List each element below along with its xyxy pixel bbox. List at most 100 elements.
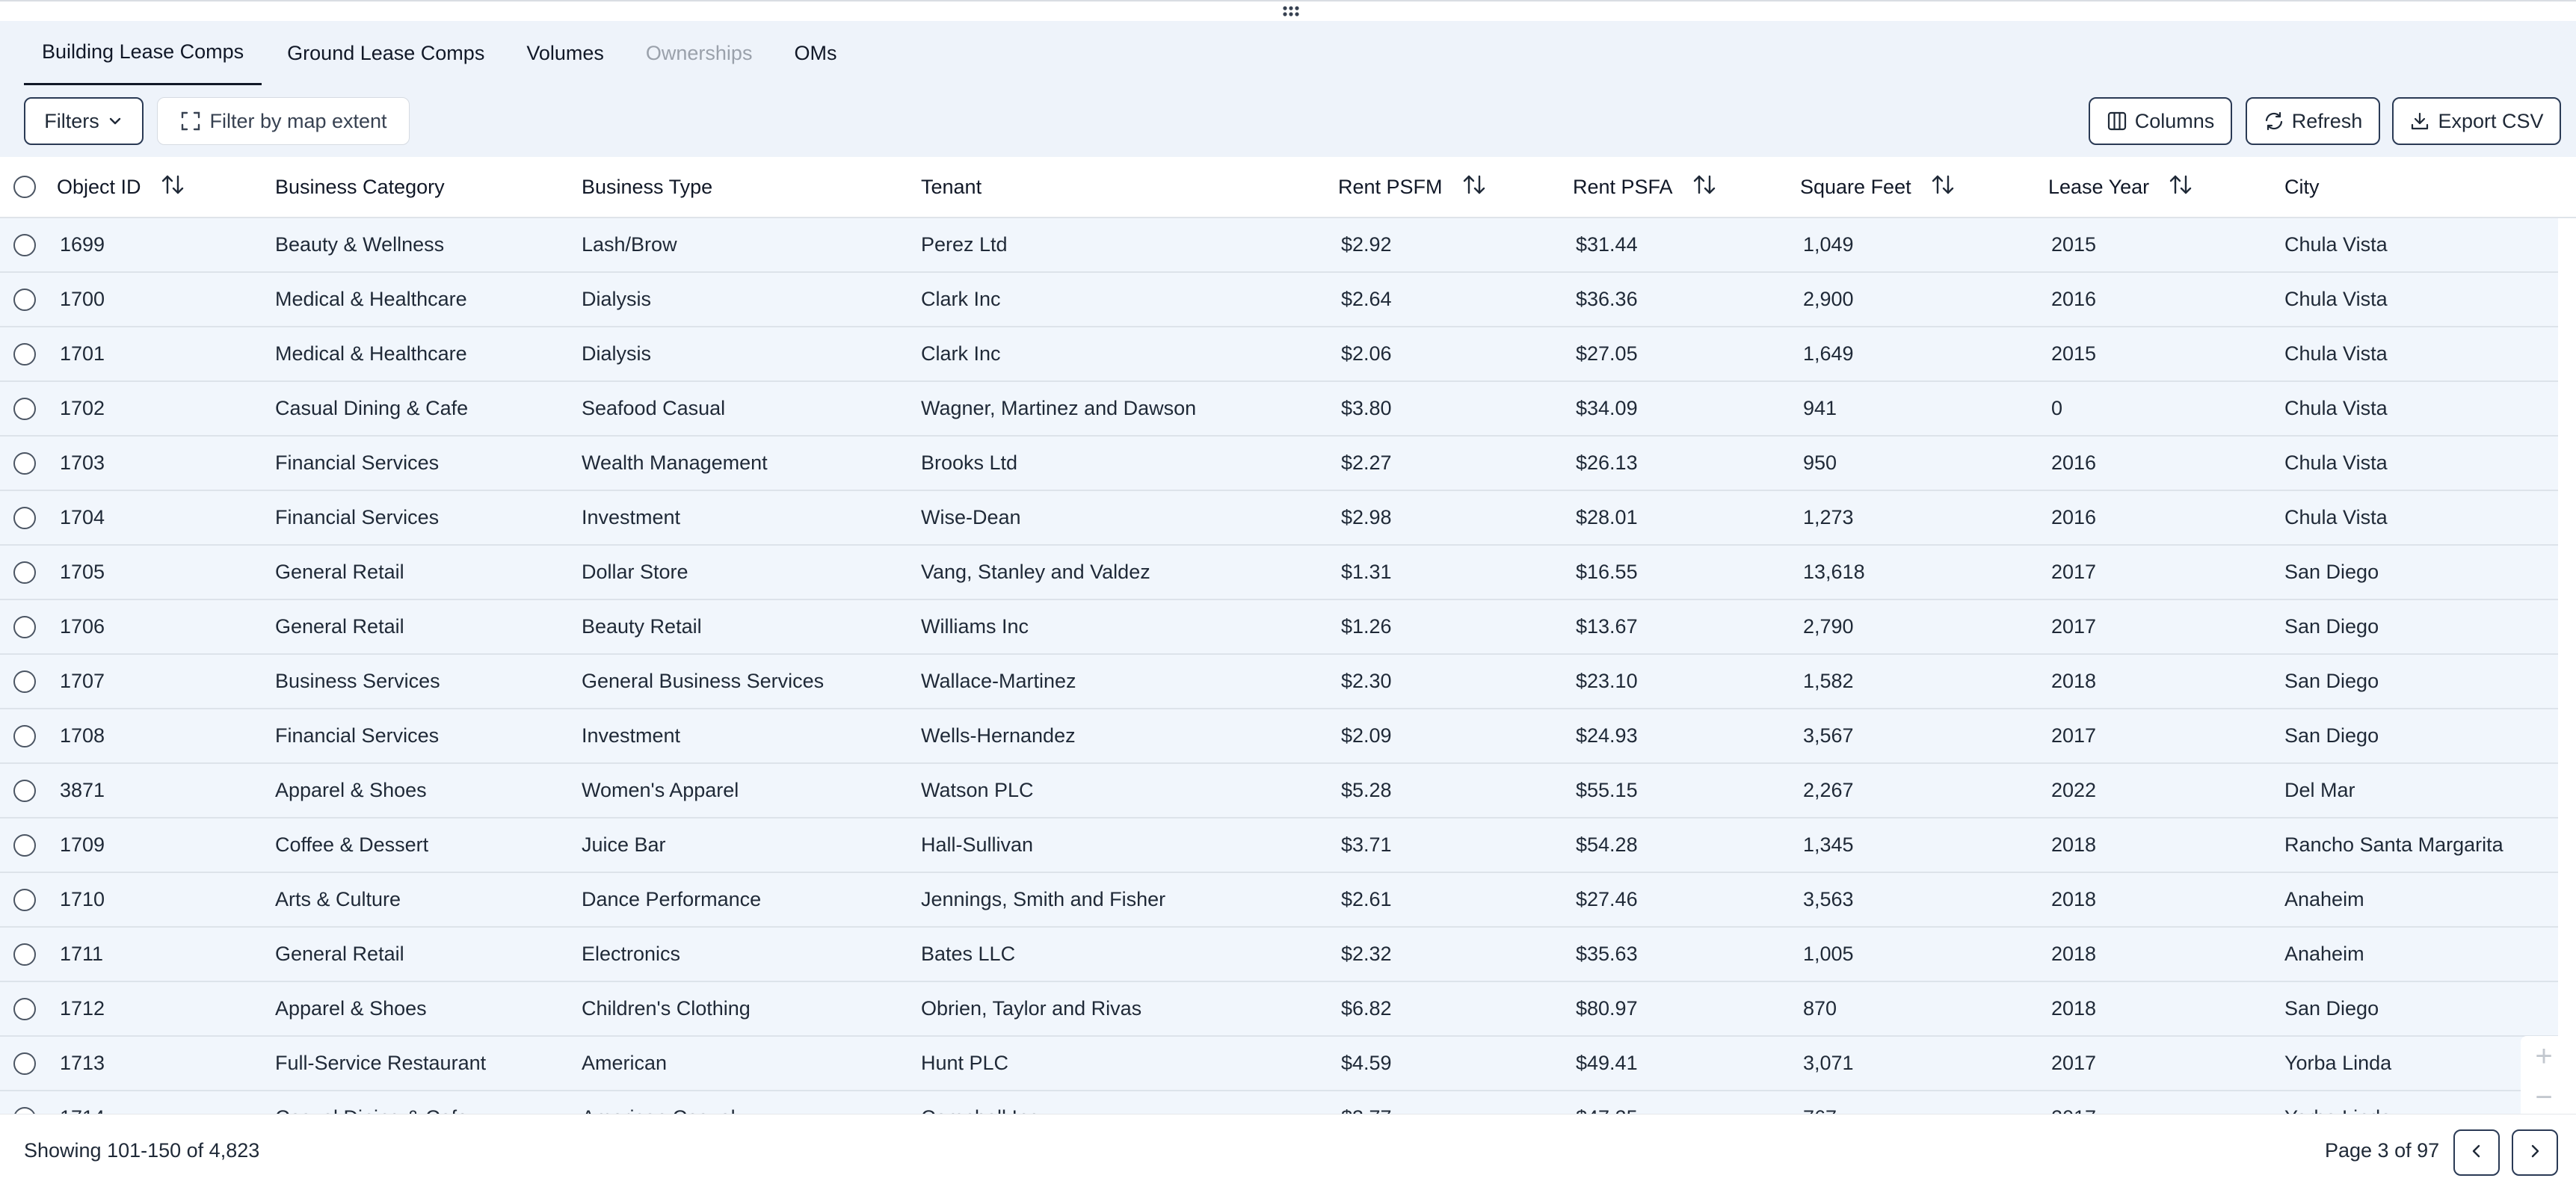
column-header-square-feet[interactable]: Square Feet [1800, 157, 1955, 217]
table-row[interactable]: 1714 Casual Dining & Cafe American Casual C… [0, 1091, 2558, 1114]
row-select-checkbox[interactable] [13, 779, 36, 802]
row-select-checkbox[interactable] [13, 1052, 36, 1075]
cell-object-id: 1707 [60, 670, 105, 692]
row-select-checkbox[interactable] [13, 451, 36, 475]
tab-oms[interactable]: OMs [776, 21, 854, 85]
cell-rent-psfm: $2.32 [1341, 943, 1392, 965]
table-row[interactable]: 1699 Beauty & Wellness Lash/Brow Perez Ltd $… [0, 218, 2558, 273]
cell-business-type: Seafood Casual [582, 397, 726, 419]
table-row[interactable]: 1708 Financial Services Investment Wells-He… [0, 709, 2558, 764]
cell-rent-psfm: $6.82 [1341, 997, 1392, 1020]
row-select-checkbox[interactable] [13, 724, 36, 747]
next-page-button[interactable] [2512, 1129, 2558, 1176]
sort-icon[interactable] [1931, 173, 1955, 201]
export-csv-button[interactable]: Export CSV [2392, 97, 2561, 145]
tab-building-lease-comps[interactable]: Building Lease Comps [24, 21, 262, 85]
column-header-label: Rent PSFA [1573, 175, 1673, 198]
zoom-in-button[interactable]: + [2521, 1036, 2567, 1077]
prev-page-button[interactable] [2453, 1129, 2500, 1176]
cell-city: Chula Vista [2284, 288, 2388, 310]
tab-ground-lease-comps[interactable]: Ground Lease Comps [269, 21, 502, 85]
row-select-checkbox[interactable] [13, 1106, 36, 1114]
cell-square-feet: 1,273 [1803, 506, 1854, 528]
cell-tenant: Wagner, Martinez and Dawson [921, 397, 1197, 419]
column-header-object-id[interactable]: Object ID [57, 157, 185, 217]
row-select-checkbox[interactable] [13, 288, 36, 311]
column-header-lease-year[interactable]: Lease Year [2048, 157, 2193, 217]
row-select-checkbox[interactable] [13, 833, 36, 857]
cell-rent-psfa: $28.01 [1576, 506, 1638, 528]
column-header-rent-psfa[interactable]: Rent PSFA [1573, 157, 1716, 217]
cell-rent-psfa: $27.46 [1576, 888, 1638, 910]
cell-business-type: Dance Performance [582, 888, 762, 910]
row-select-checkbox[interactable] [13, 615, 36, 638]
table-row[interactable]: 1702 Casual Dining & Cafe Seafood Casual Wa… [0, 382, 2558, 437]
filters-button[interactable]: Filters [24, 97, 144, 145]
refresh-button[interactable]: Refresh [2246, 97, 2380, 145]
page-indicator: Page 3 of 97 [2325, 1139, 2440, 1162]
drag-handle-icon[interactable] [1280, 4, 1302, 18]
column-header-business-category: Business Category [275, 157, 445, 217]
table-row[interactable]: 1705 General Retail Dollar Store Vang, Stan… [0, 546, 2558, 600]
cell-tenant: Brooks Ltd [921, 451, 1018, 474]
cell-lease-year: 2018 [2051, 833, 2097, 856]
cell-rent-psfm: $2.27 [1341, 451, 1392, 474]
cell-tenant: Clark Inc [921, 288, 1001, 310]
cell-rent-psfa: $49.41 [1576, 1052, 1638, 1074]
cell-city: Yorba Linda [2284, 1052, 2392, 1074]
zoom-out-button[interactable]: − [2521, 1077, 2567, 1118]
cell-tenant: Clark Inc [921, 342, 1001, 365]
cell-lease-year: 2018 [2051, 943, 2097, 965]
column-header-label: Lease Year [2048, 175, 2150, 198]
cell-tenant: Watson PLC [921, 779, 1034, 801]
row-select-checkbox[interactable] [13, 342, 36, 366]
export-label: Export CSV [2438, 109, 2544, 132]
table-row[interactable]: 1706 General Retail Beauty Retail Williams … [0, 600, 2558, 655]
cell-business-category: Casual Dining & Cafe [275, 1091, 468, 1114]
cell-business-category: Medical & Healthcare [275, 288, 467, 310]
select-all-checkbox[interactable] [13, 176, 36, 198]
cell-business-category: General Retail [275, 943, 404, 965]
cell-rent-psfm: $4.59 [1341, 1052, 1392, 1074]
sort-icon[interactable] [2169, 173, 2193, 201]
tab-volumes[interactable]: Volumes [508, 21, 622, 85]
table-row[interactable]: 1703 Financial Services Wealth Management B… [0, 437, 2558, 491]
cell-object-id: 1714 [60, 1091, 105, 1114]
table-row[interactable]: 1713 Full-Service Restaurant American Hunt … [0, 1037, 2558, 1091]
row-select-checkbox[interactable] [13, 506, 36, 529]
table-row[interactable]: 1704 Financial Services Investment Wise-Dea… [0, 491, 2558, 546]
table-row[interactable]: 1700 Medical & Healthcare Dialysis Clark In… [0, 273, 2558, 327]
filter-by-map-extent-button[interactable]: Filter by map extent [157, 97, 410, 145]
sort-icon[interactable] [161, 173, 185, 201]
column-header-rent-psfm[interactable]: Rent PSFM [1338, 157, 1486, 217]
refresh-label: Refresh [2291, 109, 2363, 132]
sort-icon[interactable] [1692, 173, 1716, 201]
table-row[interactable]: 3871 Apparel & Shoes Women's Apparel Watson… [0, 764, 2558, 818]
cell-rent-psfa: $16.55 [1576, 561, 1638, 583]
row-select-checkbox[interactable] [13, 943, 36, 966]
row-select-checkbox[interactable] [13, 397, 36, 420]
row-select-checkbox[interactable] [13, 561, 36, 584]
row-select-checkbox[interactable] [13, 670, 36, 693]
cell-business-type: Lash/Brow [582, 233, 677, 256]
cell-lease-year: 2018 [2051, 997, 2097, 1020]
cell-rent-psfa: $26.13 [1576, 451, 1638, 474]
cell-rent-psfm: $2.61 [1341, 888, 1392, 910]
table-row[interactable]: 1709 Coffee & Dessert Juice Bar Hall-Sulliv… [0, 818, 2558, 873]
sort-icon[interactable] [1462, 173, 1486, 201]
tab-bar: Building Lease Comps Ground Lease Comps … [24, 21, 854, 87]
table-row[interactable]: 1701 Medical & Healthcare Dialysis Clark In… [0, 327, 2558, 382]
row-select-checkbox[interactable] [13, 888, 36, 911]
table-row[interactable]: 1707 Business Services General Business Se… [0, 655, 2558, 709]
row-select-checkbox[interactable] [13, 997, 36, 1020]
row-select-checkbox[interactable] [13, 233, 36, 256]
table-row[interactable]: 1710 Arts & Culture Dance Performance Jenni… [0, 873, 2558, 928]
column-header-label: Business Type [582, 175, 713, 198]
columns-icon [2107, 111, 2127, 132]
table-row[interactable]: 1712 Apparel & Shoes Children's Clothing Ob… [0, 982, 2558, 1037]
cell-square-feet: 767 [1803, 1091, 1837, 1114]
table-row[interactable]: 1711 General Retail Electronics Bates LLC $2… [0, 928, 2558, 982]
cell-object-id: 1710 [60, 888, 105, 910]
cell-tenant: Wise-Dean [921, 506, 1021, 528]
columns-button[interactable]: Columns [2089, 97, 2232, 145]
